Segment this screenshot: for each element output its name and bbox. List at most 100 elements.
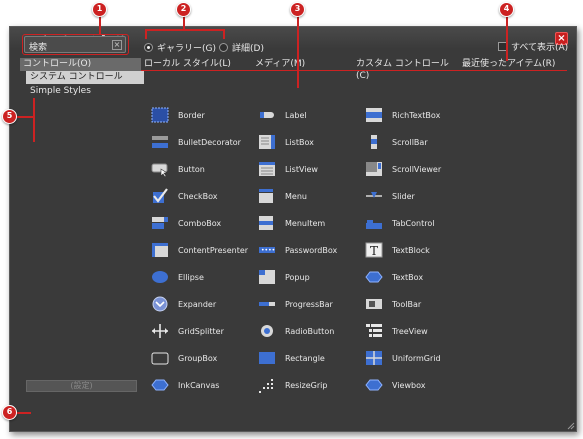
asset-label: InkCanvas (178, 380, 220, 390)
callout-badge-2: 2 (176, 2, 191, 17)
asset-groupbox[interactable]: GroupBox (150, 348, 255, 368)
asset-label: Slider (392, 191, 415, 201)
scrollviewer-icon (364, 159, 384, 179)
details-radio-dot (219, 43, 228, 52)
details-radio[interactable]: 詳細(D) (219, 41, 264, 54)
category-sidebar: システム コントロール Simple Styles (26, 71, 144, 361)
asset-menuitem[interactable]: MenuItem (257, 213, 362, 233)
asset-expander[interactable]: Expander (150, 294, 255, 314)
tab-controls[interactable]: コントロール(O) (20, 58, 141, 71)
sidebar-item-simple-styles[interactable]: Simple Styles (26, 85, 144, 98)
asset-listbox[interactable]: ListBox (257, 132, 362, 152)
asset-popup[interactable]: Popup (257, 267, 362, 287)
asset-menu[interactable]: Menu (257, 186, 362, 206)
viewbox-icon (364, 375, 384, 395)
expander-icon (150, 294, 170, 314)
asset-label: MenuItem (285, 218, 326, 228)
popup-icon (257, 267, 277, 287)
callout-line-6 (15, 412, 31, 414)
combobox-icon (150, 213, 170, 233)
tab-local-styles[interactable]: ローカル スタイル(L) (141, 58, 251, 71)
settings-button[interactable]: (設定) (26, 380, 137, 392)
asset-label: Border (178, 110, 205, 120)
asset-button[interactable]: Button (150, 159, 255, 179)
callout-line-2d (223, 29, 225, 39)
asset-gridsplitter[interactable]: GridSplitter (150, 321, 255, 341)
show-all-checkbox[interactable]: すべて表示(A) (498, 40, 568, 53)
textblock-icon: T (364, 240, 384, 260)
listbox-icon (257, 132, 277, 152)
svg-text:•••••: ••••• (261, 247, 276, 254)
asset-textblock[interactable]: T TextBlock (364, 240, 469, 260)
asset-label: RichTextBox (392, 110, 441, 120)
gallery-radio[interactable]: ギャラリー(G) (144, 41, 216, 54)
progressbar-icon (257, 294, 277, 314)
toolbar-icon (364, 294, 384, 314)
asset-label: Rectangle (285, 353, 325, 363)
asset-inkcanvas[interactable]: InkCanvas (150, 375, 255, 395)
asset-gallery: Border BulletDecorator Button CheckBox C… (144, 71, 567, 393)
callout-badge-5: 5 (2, 109, 17, 124)
sidebar-item-system-controls[interactable]: システム コントロール (26, 71, 144, 84)
asset-label: TextBlock (392, 245, 430, 255)
asset-checkbox[interactable]: CheckBox (150, 186, 255, 206)
asset-progressbar[interactable]: ProgressBar (257, 294, 362, 314)
richtextbox-icon (364, 105, 384, 125)
asset-slider[interactable]: Slider (364, 186, 469, 206)
asset-richtextbox[interactable]: RichTextBox (364, 105, 469, 125)
tab-media[interactable]: メディア(M) (252, 58, 357, 71)
asset-toolbar[interactable]: ToolBar (364, 294, 469, 314)
asset-label: Button (178, 164, 205, 174)
asset-label: ResizeGrip (285, 380, 328, 390)
gridsplitter-icon (150, 321, 170, 341)
asset-uniformgrid[interactable]: UniformGrid (364, 348, 469, 368)
asset-ellipse[interactable]: Ellipse (150, 267, 255, 287)
asset-combobox[interactable]: ComboBox (150, 213, 255, 233)
tab-custom-controls[interactable]: カスタム コントロール(C) (353, 58, 461, 81)
asset-resizegrip[interactable]: ResizeGrip (257, 375, 362, 395)
asset-scrollviewer[interactable]: ScrollViewer (364, 159, 469, 179)
resizegrip-icon (257, 375, 277, 395)
asset-label: GridSplitter (178, 326, 224, 336)
callout-line-5b (33, 98, 35, 142)
menuitem-icon (257, 213, 277, 233)
callout-badge-1: 1 (92, 2, 107, 17)
uniformgrid-icon (364, 348, 384, 368)
asset-label-control[interactable]: Label (257, 105, 362, 125)
asset-label: GroupBox (178, 353, 218, 363)
slider-icon (364, 186, 384, 206)
asset-textbox[interactable]: TextBox (364, 267, 469, 287)
asset-label: ToolBar (392, 299, 422, 309)
asset-rectangle[interactable]: Rectangle (257, 348, 362, 368)
asset-label: Menu (285, 191, 307, 201)
callout-outline-search (22, 34, 129, 55)
scrollbar-icon (364, 132, 384, 152)
asset-label: ContentPresenter (178, 245, 249, 255)
menu-icon (257, 186, 277, 206)
asset-scrollbar[interactable]: ScrollBar (364, 132, 469, 152)
asset-tabcontrol[interactable]: TabControl (364, 213, 469, 233)
treeview-icon (364, 321, 384, 341)
asset-listview[interactable]: ListView (257, 159, 362, 179)
asset-viewbox[interactable]: Viewbox (364, 375, 469, 395)
inkcanvas-icon (150, 375, 170, 395)
asset-label: ListView (285, 164, 318, 174)
callout-line-3 (297, 15, 299, 88)
resize-grip-icon[interactable] (567, 422, 575, 430)
asset-label: Expander (178, 299, 217, 309)
bulletdecorator-icon (150, 132, 170, 152)
asset-label: PasswordBox (285, 245, 338, 255)
ellipse-icon (150, 267, 170, 287)
asset-border[interactable]: Border (150, 105, 255, 125)
textbox-icon (364, 267, 384, 287)
tab-recent[interactable]: 最近使ったアイテム(R) (459, 58, 567, 71)
asset-label: UniformGrid (392, 353, 441, 363)
asset-treeview[interactable]: TreeView (364, 321, 469, 341)
asset-contentpresenter[interactable]: ContentPresenter (150, 240, 255, 260)
asset-passwordbox[interactable]: ••••• PasswordBox (257, 240, 362, 260)
label-icon (257, 105, 277, 125)
callout-badge-3: 3 (290, 2, 305, 17)
asset-label: Label (285, 110, 307, 120)
asset-radiobutton[interactable]: RadioButton (257, 321, 362, 341)
asset-bulletdecorator[interactable]: BulletDecorator (150, 132, 255, 152)
